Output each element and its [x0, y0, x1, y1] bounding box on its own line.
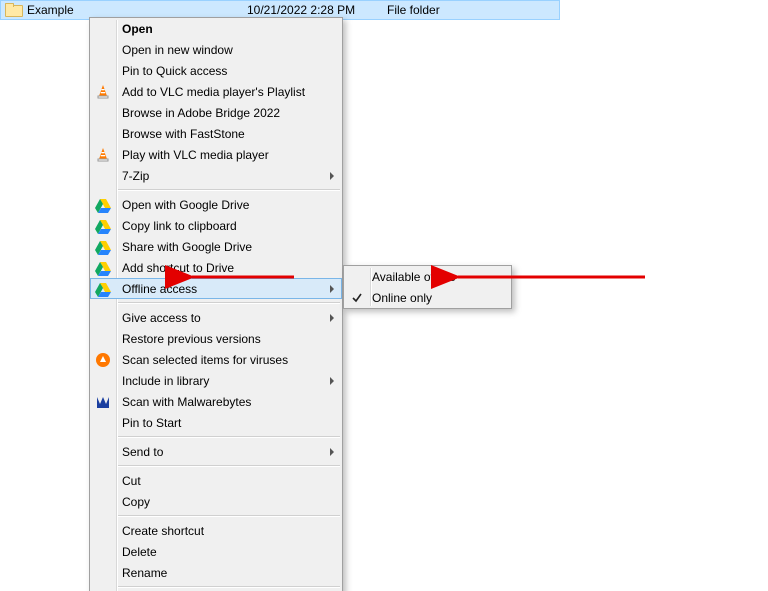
menu-label: Copy link to clipboard: [122, 219, 237, 233]
menu-item-open-new-window[interactable]: Open in new window: [90, 39, 342, 60]
menu-item-delete[interactable]: Delete: [90, 541, 342, 562]
malwarebytes-icon: [95, 394, 111, 410]
vlc-icon: [95, 147, 111, 163]
menu-separator: [118, 436, 340, 438]
check-icon: [351, 292, 363, 304]
file-type: File folder: [387, 3, 507, 17]
menu-item-restore-versions[interactable]: Restore previous versions: [90, 328, 342, 349]
menu-label: Scan with Malwarebytes: [122, 395, 251, 409]
menu-item-give-access[interactable]: Give access to: [90, 307, 342, 328]
menu-label: Cut: [122, 474, 141, 488]
google-drive-icon: [95, 281, 111, 297]
submenu-arrow-icon: [330, 285, 334, 293]
menu-label: Open with Google Drive: [122, 198, 249, 212]
menu-label: Scan selected items for viruses: [122, 353, 288, 367]
menu-item-adobe-bridge[interactable]: Browse in Adobe Bridge 2022: [90, 102, 342, 123]
submenu-arrow-icon: [330, 448, 334, 456]
menu-label: Delete: [122, 545, 157, 559]
menu-separator: [118, 189, 340, 191]
menu-item-copy[interactable]: Copy: [90, 491, 342, 512]
menu-item-open[interactable]: Open: [90, 18, 342, 39]
submenu-arrow-icon: [330, 314, 334, 322]
annotation-arrow-2: [452, 269, 647, 288]
google-drive-icon: [95, 260, 111, 276]
google-drive-icon: [95, 239, 111, 255]
menu-item-scan-viruses[interactable]: Scan selected items for viruses: [90, 349, 342, 370]
menu-item-cut[interactable]: Cut: [90, 470, 342, 491]
menu-label: 7-Zip: [122, 169, 149, 183]
menu-label: Available offline: [372, 270, 456, 284]
menu-label: Online only: [372, 291, 432, 305]
menu-label: Pin to Quick access: [122, 64, 227, 78]
menu-item-send-to[interactable]: Send to: [90, 441, 342, 462]
menu-label: Send to: [122, 445, 163, 459]
menu-label: Give access to: [122, 311, 201, 325]
menu-label: Pin to Start: [122, 416, 181, 430]
menu-item-create-shortcut[interactable]: Create shortcut: [90, 520, 342, 541]
menu-label: Add to VLC media player's Playlist: [122, 85, 305, 99]
menu-item-open-google-drive[interactable]: Open with Google Drive: [90, 194, 342, 215]
menu-item-7zip[interactable]: 7-Zip: [90, 165, 342, 186]
google-drive-icon: [95, 197, 111, 213]
menu-label: Rename: [122, 566, 167, 580]
menu-item-include-library[interactable]: Include in library: [90, 370, 342, 391]
menu-label: Include in library: [122, 374, 209, 388]
menu-label: Play with VLC media player: [122, 148, 269, 162]
submenu-arrow-icon: [330, 377, 334, 385]
google-drive-icon: [95, 218, 111, 234]
menu-separator: [118, 465, 340, 467]
menu-separator: [118, 586, 340, 588]
menu-item-pin-quick-access[interactable]: Pin to Quick access: [90, 60, 342, 81]
menu-label: Share with Google Drive: [122, 240, 252, 254]
file-name: Example: [27, 3, 247, 17]
file-date: 10/21/2022 2:28 PM: [247, 3, 387, 17]
context-menu: Open Open in new window Pin to Quick acc…: [89, 17, 343, 591]
folder-icon: [5, 3, 21, 17]
submenu-arrow-icon: [330, 172, 334, 180]
menu-item-faststone[interactable]: Browse with FastStone: [90, 123, 342, 144]
avast-icon: [95, 352, 111, 368]
menu-item-vlc-play[interactable]: Play with VLC media player: [90, 144, 342, 165]
submenu-item-online-only[interactable]: Online only: [344, 287, 511, 308]
menu-label: Browse in Adobe Bridge 2022: [122, 106, 280, 120]
menu-label: Create shortcut: [122, 524, 204, 538]
menu-item-pin-start[interactable]: Pin to Start: [90, 412, 342, 433]
menu-item-vlc-playlist[interactable]: Add to VLC media player's Playlist: [90, 81, 342, 102]
menu-separator: [118, 515, 340, 517]
menu-label: Open in new window: [122, 43, 233, 57]
annotation-arrow-1: [186, 269, 296, 288]
menu-item-copy-link[interactable]: Copy link to clipboard: [90, 215, 342, 236]
menu-label: Browse with FastStone: [122, 127, 245, 141]
menu-item-malwarebytes[interactable]: Scan with Malwarebytes: [90, 391, 342, 412]
menu-item-rename[interactable]: Rename: [90, 562, 342, 583]
menu-label: Copy: [122, 495, 150, 509]
menu-label: Restore previous versions: [122, 332, 261, 346]
menu-separator: [118, 302, 340, 304]
menu-label: Open: [122, 22, 153, 36]
menu-item-share-google-drive[interactable]: Share with Google Drive: [90, 236, 342, 257]
vlc-icon: [95, 84, 111, 100]
